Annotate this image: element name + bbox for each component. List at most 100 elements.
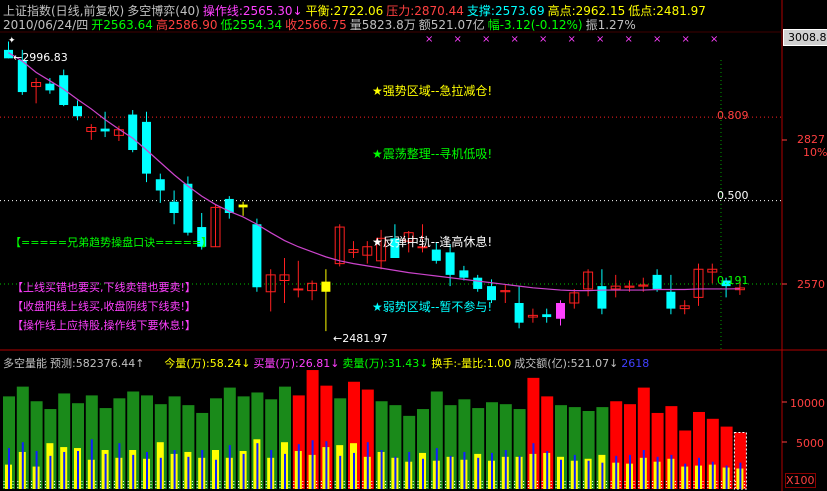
- volume-bar: [665, 406, 678, 489]
- axis-label-2827: 2827: [797, 133, 825, 146]
- volume-bar: [651, 412, 664, 489]
- axis-label-2570: 2570: [797, 278, 825, 291]
- volume-sell-line: [270, 450, 273, 489]
- volume-bar: [72, 403, 84, 489]
- zone-strong: ★强势区域--急拉减仓!: [372, 84, 493, 98]
- zone-rebound: ★反弹中轨--逢高休息!: [372, 235, 493, 249]
- volume-header: 多空量能 预测:582376.44↑ 今量(万):58.24↓ 买量(万):26.81…: [3, 355, 652, 371]
- vol-hdr-extra: 2618: [621, 357, 650, 370]
- candle-body: [45, 83, 55, 91]
- candle: [100, 111, 110, 138]
- volume-bar: [85, 395, 98, 489]
- top-marker: ×: [710, 34, 718, 45]
- candle: [473, 274, 483, 292]
- candle: [652, 269, 662, 292]
- volume-sell-line: [132, 454, 135, 489]
- volume-bar: [361, 389, 374, 489]
- tip-line-1: 【上线买错也要买,下线卖错也要卖!】: [12, 281, 196, 294]
- low-price-label: ←2481.97: [333, 332, 388, 345]
- volume-sell-line: [380, 450, 383, 489]
- volume-bar: [430, 391, 443, 489]
- volume-bar: [720, 426, 733, 489]
- volume-bar: [389, 405, 402, 489]
- top-marker: ×: [539, 34, 547, 45]
- volume-bar: [375, 401, 388, 489]
- price-current-value: 3008.8: [788, 31, 827, 44]
- candle-body: [73, 106, 82, 117]
- candle: [542, 308, 552, 323]
- volume-bar: [154, 404, 167, 489]
- volume-sell-line: [215, 459, 217, 489]
- candle-body: [473, 277, 483, 289]
- volume-sell-line: [477, 457, 480, 489]
- volume-bar: [306, 370, 319, 489]
- volume-bar: [334, 398, 347, 489]
- high-price-value: 2996.83: [22, 51, 68, 64]
- candle: [597, 269, 607, 315]
- top-marker: ×: [425, 34, 433, 45]
- volume-sell-line: [173, 450, 176, 489]
- volume-sell-line: [711, 461, 714, 489]
- candle: [224, 196, 234, 219]
- volume-bar: [16, 386, 29, 489]
- volume-bar: [196, 412, 209, 489]
- candle-body: [155, 179, 165, 191]
- volume-sell-line: [201, 450, 204, 489]
- volume-sell-line: [339, 455, 342, 489]
- candle: [610, 274, 621, 298]
- volume-bar: [99, 408, 112, 489]
- vol-hdr-forecast: 预测:582376.44↑: [50, 357, 145, 370]
- volume-sell-line: [560, 459, 562, 489]
- candle-body: [514, 303, 524, 323]
- volume-bar: [596, 407, 609, 489]
- candle: [527, 308, 538, 323]
- volume-sell-line: [63, 451, 66, 489]
- top-marker: ×: [482, 34, 490, 45]
- candle: [693, 263, 704, 306]
- volume-bar: [30, 401, 43, 489]
- volume-bar: [679, 430, 692, 489]
- candle: [238, 201, 248, 216]
- volume-bar: [237, 396, 250, 489]
- candle-body: [169, 201, 179, 213]
- volume-bar: [637, 387, 650, 489]
- zone-consolidate: ★震荡整理--寻机低吸!: [372, 147, 493, 161]
- volume-bar: [472, 408, 485, 489]
- volume-sell-line: [49, 455, 52, 489]
- volume-sell-line: [118, 443, 121, 489]
- volume-sell-line: [518, 455, 521, 489]
- volume-bar: [582, 411, 595, 489]
- candle: [500, 285, 511, 303]
- tips-title: 【=====兄弟趋势操盘口诀=====】: [10, 236, 213, 249]
- volume-sell-line: [284, 453, 286, 489]
- volume-bar: [513, 409, 526, 489]
- candle: [155, 173, 165, 203]
- candle-body: [59, 75, 69, 105]
- candle: [279, 258, 290, 303]
- volume-sell-line: [146, 451, 148, 489]
- volume-sell-line: [325, 441, 328, 489]
- vol-axis-unit: X100: [785, 473, 816, 488]
- volume-bar: [458, 399, 471, 489]
- volume-bar: [44, 409, 57, 489]
- volume-bar: [223, 387, 236, 489]
- price-current-box: 3008.8: [783, 29, 827, 46]
- vol-hdr-sell: 卖量(万):31.43↓: [342, 357, 429, 370]
- candle-body: [17, 60, 27, 93]
- vol-axis-5000: 5000: [796, 437, 824, 450]
- vol-hdr-turnover: 换手:-量比:1.00: [431, 357, 512, 370]
- volume-bar: [499, 404, 512, 489]
- candle-body: [238, 204, 248, 208]
- volume-sell-line: [408, 451, 411, 489]
- candle: [556, 300, 565, 326]
- fib-label-0191: 0.191: [717, 274, 749, 287]
- volume-sell-line: [587, 460, 590, 489]
- candle: [128, 110, 138, 153]
- volume-sell-line: [739, 462, 742, 489]
- top-marker: ×: [454, 34, 462, 45]
- candle-body: [556, 303, 565, 319]
- volume-sell-line: [104, 453, 107, 489]
- zone-weak: ★弱势区域--暂不参与!: [372, 300, 493, 314]
- volume-bar: [320, 385, 333, 489]
- volume-bar: [403, 415, 416, 489]
